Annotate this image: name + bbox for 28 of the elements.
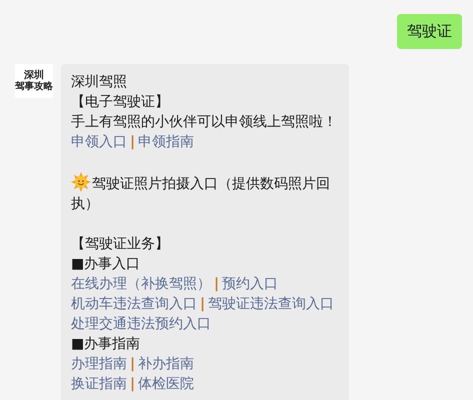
message-text: 深圳驾照 [71, 73, 128, 92]
message-text: 驾驶证照片拍摄入口（提供数码照片回执） [71, 172, 339, 214]
logo-text: 驾事攻略 [15, 81, 53, 92]
logo-text: 深圳 [24, 70, 44, 81]
avatar-logo[interactable]: 深圳 驾事攻略 [15, 64, 53, 98]
link[interactable]: 在线办理（补换驾照） [71, 274, 211, 294]
link[interactable]: 机动车违法查询入口 [71, 294, 197, 314]
link[interactable]: 申领指南 [138, 132, 194, 152]
separator-text: | [213, 275, 220, 294]
link[interactable]: 预约入口 [222, 274, 278, 294]
link[interactable]: 体检医院 [138, 374, 194, 394]
link[interactable]: 驾驶证违法查询入口 [208, 294, 334, 314]
message-text: ■办事入口 [71, 255, 142, 274]
link[interactable]: 处理交通违法预约入口 [71, 314, 211, 334]
message-text: 【驾驶证业务】 [71, 235, 170, 254]
link[interactable]: 换证指南 [71, 374, 127, 394]
message-text: ■办事指南 [71, 335, 142, 354]
smiling-sun-icon [71, 172, 91, 192]
separator-text: | [129, 375, 136, 394]
link[interactable]: 申领入口 [71, 132, 127, 152]
message-text: 【电子驾驶证】 [71, 93, 170, 112]
separator-text: | [129, 355, 136, 374]
link[interactable]: 补办指南 [138, 354, 194, 374]
separator-text: | [199, 295, 206, 314]
separator-text: | [129, 133, 136, 152]
link[interactable]: 办理指南 [71, 354, 127, 374]
message-text: 手上有驾照的小伙伴可以申领线上驾照啦！ [71, 113, 338, 132]
sent-message-bubble: 驾驶证 [397, 14, 462, 49]
